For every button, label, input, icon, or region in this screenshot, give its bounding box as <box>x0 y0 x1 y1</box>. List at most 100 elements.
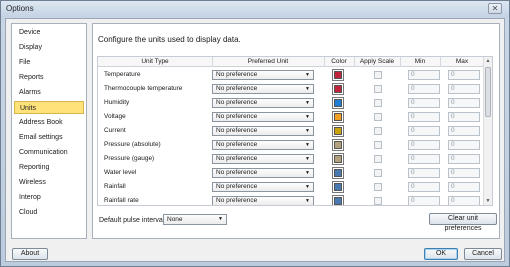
preferred-unit-dropdown[interactable]: No preference ▼ <box>212 98 314 108</box>
preferred-unit-value: No preference <box>216 197 258 204</box>
unit-type-label: Voltage <box>104 113 126 120</box>
apply-scale-checkbox[interactable] <box>374 141 382 149</box>
max-field[interactable]: 0 <box>448 98 480 108</box>
col-apply-scale[interactable]: Apply Scale <box>354 58 400 65</box>
max-field[interactable]: 0 <box>448 154 480 164</box>
apply-scale-checkbox[interactable] <box>374 183 382 191</box>
color-swatch[interactable] <box>332 69 344 81</box>
chevron-down-icon: ▼ <box>305 142 310 148</box>
sidebar-item-units[interactable]: Units <box>14 101 84 114</box>
color-swatch[interactable] <box>332 153 344 165</box>
min-field[interactable]: 0 <box>408 140 440 150</box>
table-row: Temperature No preference ▼ 0 0 <box>98 68 484 82</box>
ok-button[interactable]: OK <box>424 248 458 260</box>
color-swatch[interactable] <box>332 139 344 151</box>
min-field[interactable]: 0 <box>408 112 440 122</box>
max-field[interactable]: 0 <box>448 196 480 205</box>
color-swatch[interactable] <box>332 97 344 109</box>
max-field[interactable]: 0 <box>448 112 480 122</box>
color-swatch[interactable] <box>332 195 344 205</box>
preferred-unit-dropdown[interactable]: No preference ▼ <box>212 182 314 192</box>
preferred-unit-dropdown[interactable]: No preference ▼ <box>212 70 314 80</box>
apply-scale-checkbox[interactable] <box>374 113 382 121</box>
cancel-button[interactable]: Cancel <box>464 248 502 260</box>
preferred-unit-dropdown[interactable]: No preference ▼ <box>212 112 314 122</box>
preferred-unit-value: No preference <box>216 169 258 176</box>
scroll-thumb[interactable] <box>485 67 491 117</box>
max-field[interactable]: 0 <box>448 126 480 136</box>
min-field[interactable]: 0 <box>408 70 440 80</box>
options-window: Options ✕ Device Display File Reports Alarms… <box>0 0 510 267</box>
max-field[interactable]: 0 <box>448 70 480 80</box>
preferred-unit-dropdown[interactable]: No preference ▼ <box>212 196 314 205</box>
color-swatch-fill <box>334 127 342 135</box>
sidebar-item-email-settings[interactable]: Email settings <box>14 131 84 144</box>
preferred-unit-value: No preference <box>216 71 258 78</box>
apply-scale-checkbox[interactable] <box>374 155 382 163</box>
preferred-unit-value: No preference <box>216 99 258 106</box>
apply-scale-checkbox[interactable] <box>374 169 382 177</box>
max-field[interactable]: 0 <box>448 182 480 192</box>
preferred-unit-dropdown[interactable]: No preference ▼ <box>212 154 314 164</box>
preferred-unit-value: No preference <box>216 113 258 120</box>
grid-scrollbar[interactable]: ▲ ▼ <box>483 57 492 205</box>
min-field[interactable]: 0 <box>408 84 440 94</box>
preferred-unit-dropdown[interactable]: No preference ▼ <box>212 140 314 150</box>
color-swatch-fill <box>334 155 342 163</box>
max-field[interactable]: 0 <box>448 140 480 150</box>
min-field[interactable]: 0 <box>408 98 440 108</box>
table-row: Thermocouple temperature No preference ▼ 0 0 <box>98 82 484 96</box>
preferred-unit-value: No preference <box>216 127 258 134</box>
color-swatch[interactable] <box>332 167 344 179</box>
color-swatch[interactable] <box>332 111 344 123</box>
col-unit-type[interactable]: Unit Type <box>98 58 212 65</box>
apply-scale-checkbox[interactable] <box>374 99 382 107</box>
preferred-unit-dropdown[interactable]: No preference ▼ <box>212 84 314 94</box>
color-swatch[interactable] <box>332 125 344 137</box>
pulse-interval-dropdown[interactable]: None ▼ <box>163 214 227 225</box>
min-field[interactable]: 0 <box>408 126 440 136</box>
sidebar-item-wireless[interactable]: Wireless <box>14 176 84 189</box>
sidebar-item-cloud[interactable]: Cloud <box>14 206 84 219</box>
unit-type-label: Pressure (absolute) <box>104 141 161 148</box>
sidebar-item-display[interactable]: Display <box>14 41 84 54</box>
apply-scale-checkbox[interactable] <box>374 197 382 205</box>
table-row: Rainfall No preference ▼ 0 0 <box>98 180 484 194</box>
min-field[interactable]: 0 <box>408 154 440 164</box>
preferred-unit-dropdown[interactable]: No preference ▼ <box>212 168 314 178</box>
scroll-down-icon[interactable]: ▼ <box>485 198 491 204</box>
color-swatch[interactable] <box>332 181 344 193</box>
unit-type-label: Temperature <box>104 71 141 78</box>
unit-type-label: Current <box>104 127 126 134</box>
apply-scale-checkbox[interactable] <box>374 85 382 93</box>
sidebar-item-address-book[interactable]: Address Book <box>14 116 84 129</box>
about-button[interactable]: About <box>12 248 48 260</box>
apply-scale-checkbox[interactable] <box>374 127 382 135</box>
apply-scale-checkbox[interactable] <box>374 71 382 79</box>
col-color[interactable]: Color <box>324 58 354 65</box>
min-field[interactable]: 0 <box>408 168 440 178</box>
min-field[interactable]: 0 <box>408 182 440 192</box>
preferred-unit-dropdown[interactable]: No preference ▼ <box>212 126 314 136</box>
col-max[interactable]: Max <box>440 58 484 65</box>
col-min[interactable]: Min <box>400 58 440 65</box>
color-swatch-fill <box>334 99 342 107</box>
col-preferred-unit[interactable]: Preferred Unit <box>212 58 324 65</box>
clear-unit-preferences-button[interactable]: Clear unit preferences <box>429 213 497 232</box>
color-swatch-fill <box>334 141 342 149</box>
sidebar-item-device[interactable]: Device <box>14 26 84 39</box>
color-swatch-fill <box>334 183 342 191</box>
max-field[interactable]: 0 <box>448 84 480 94</box>
close-icon[interactable]: ✕ <box>488 3 502 14</box>
sidebar-item-file[interactable]: File <box>14 56 84 69</box>
sidebar-item-reporting[interactable]: Reporting <box>14 161 84 174</box>
unit-type-label: Pressure (gauge) <box>104 155 155 162</box>
sidebar-item-alarms[interactable]: Alarms <box>14 86 84 99</box>
min-field[interactable]: 0 <box>408 196 440 205</box>
sidebar-item-reports[interactable]: Reports <box>14 71 84 84</box>
sidebar-item-interop[interactable]: Interop <box>14 191 84 204</box>
scroll-up-icon[interactable]: ▲ <box>485 58 491 64</box>
sidebar-item-communication[interactable]: Communication <box>14 146 84 159</box>
color-swatch[interactable] <box>332 83 344 95</box>
max-field[interactable]: 0 <box>448 168 480 178</box>
